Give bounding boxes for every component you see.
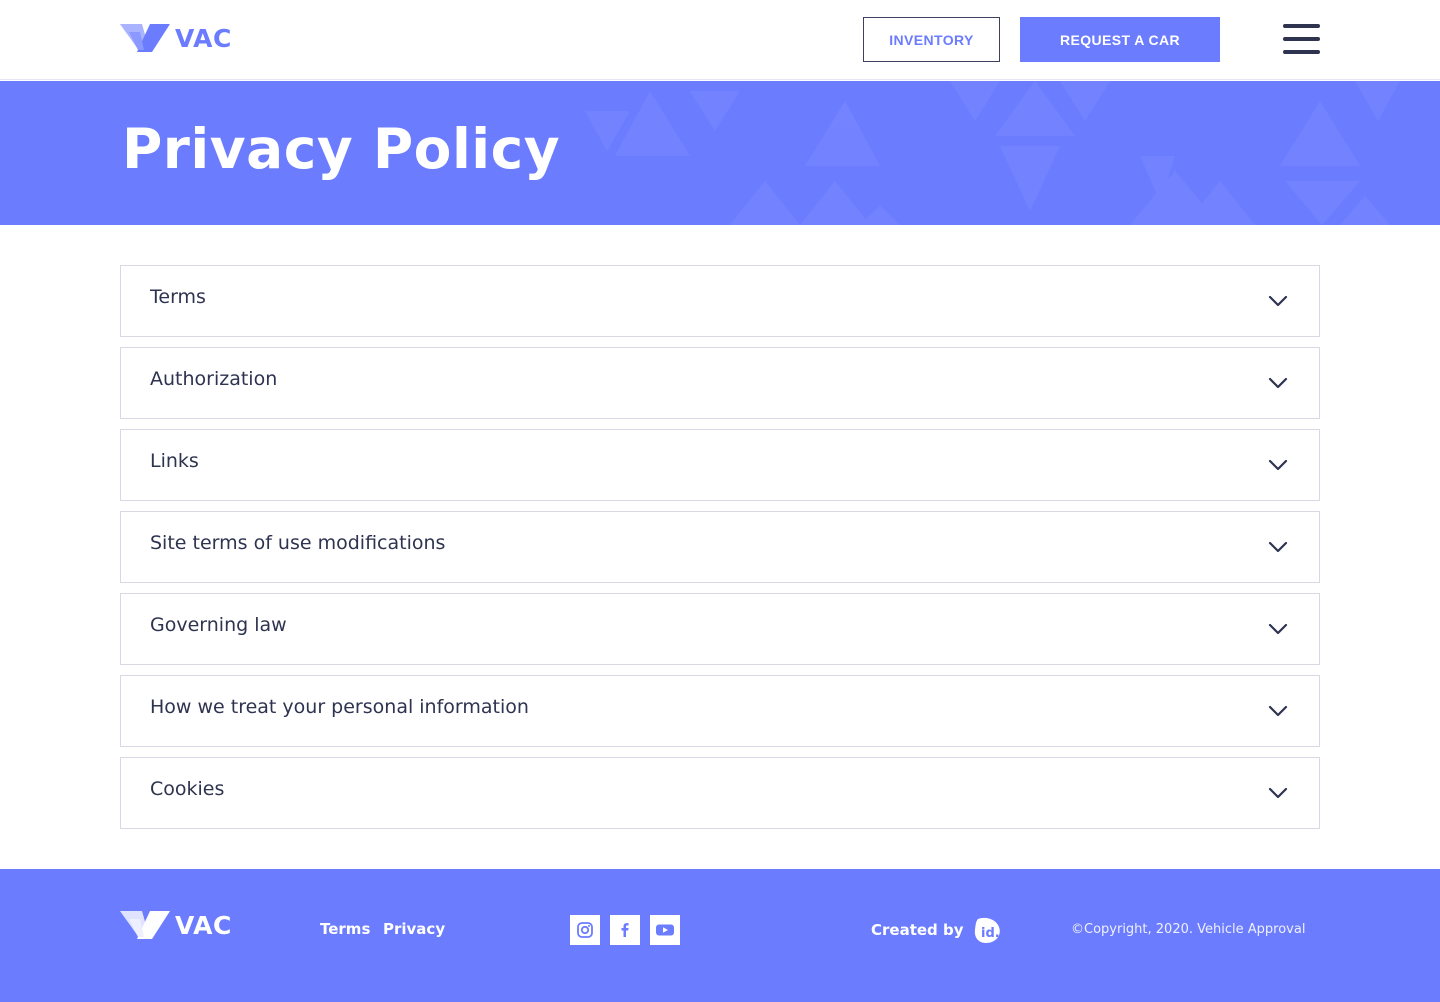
logo-text: VAC bbox=[175, 23, 232, 53]
logo-text: VAC bbox=[175, 910, 232, 940]
accordion-item-cookies[interactable]: Cookies bbox=[120, 757, 1320, 829]
policy-accordion: Terms Authorization Links Site terms of … bbox=[120, 265, 1320, 839]
youtube-glyph bbox=[656, 924, 674, 936]
agency-logo-text: id. bbox=[981, 926, 1000, 941]
site-header: VAC INVENTORY REQUEST A CAR bbox=[0, 0, 1440, 80]
menu-bar bbox=[1283, 24, 1320, 28]
page-title: Privacy Policy bbox=[122, 117, 561, 181]
chevron-down-icon bbox=[1268, 295, 1288, 307]
created-by[interactable]: Created by id. bbox=[871, 915, 1002, 945]
footer-link-terms[interactable]: Terms bbox=[320, 920, 370, 938]
accordion-item-site-terms-modifications[interactable]: Site terms of use modifications bbox=[120, 511, 1320, 583]
accordion-label: Governing law bbox=[150, 614, 287, 636]
accordion-label: Links bbox=[150, 450, 199, 472]
chevron-down-icon bbox=[1268, 623, 1288, 635]
inventory-button[interactable]: INVENTORY bbox=[863, 17, 1000, 62]
facebook-glyph bbox=[621, 923, 629, 937]
request-car-button[interactable]: REQUEST A CAR bbox=[1020, 17, 1220, 62]
instagram-glyph bbox=[577, 922, 593, 938]
youtube-icon[interactable] bbox=[650, 915, 680, 945]
chevron-down-icon bbox=[1268, 541, 1288, 553]
accordion-item-links[interactable]: Links bbox=[120, 429, 1320, 501]
accordion-item-personal-information[interactable]: How we treat your personal information bbox=[120, 675, 1320, 747]
accordion-label: Cookies bbox=[150, 778, 225, 800]
created-by-label: Created by bbox=[871, 921, 964, 939]
chevron-down-icon bbox=[1268, 787, 1288, 799]
site-footer: VAC Terms Privacy Created by id. ©Copyri… bbox=[0, 869, 1440, 1002]
accordion-item-terms[interactable]: Terms bbox=[120, 265, 1320, 337]
accordion-label: Authorization bbox=[150, 368, 278, 390]
chevron-down-icon bbox=[1268, 377, 1288, 389]
facebook-icon[interactable] bbox=[610, 915, 640, 945]
hero-banner: Privacy Policy bbox=[0, 81, 1440, 225]
footer-link-privacy[interactable]: Privacy bbox=[383, 920, 445, 938]
accordion-label: Site terms of use modifications bbox=[150, 532, 446, 554]
agency-logo-icon: id. bbox=[974, 917, 1000, 943]
hamburger-menu-icon[interactable] bbox=[1283, 24, 1320, 56]
footer-logo[interactable]: VAC bbox=[120, 909, 232, 941]
menu-bar bbox=[1283, 50, 1320, 54]
chevron-down-icon bbox=[1268, 705, 1288, 717]
accordion-label: How we treat your personal information bbox=[150, 696, 529, 718]
accordion-item-governing-law[interactable]: Governing law bbox=[120, 593, 1320, 665]
menu-bar bbox=[1283, 37, 1320, 41]
accordion-item-authorization[interactable]: Authorization bbox=[120, 347, 1320, 419]
chevron-down-icon bbox=[1268, 459, 1288, 471]
vac-logo-icon bbox=[120, 24, 170, 52]
vac-logo-icon bbox=[120, 911, 170, 939]
instagram-icon[interactable] bbox=[570, 915, 600, 945]
accordion-label: Terms bbox=[150, 286, 206, 308]
copyright-text: ©Copyright, 2020. Vehicle Approval bbox=[1071, 922, 1306, 937]
header-logo[interactable]: VAC bbox=[120, 22, 232, 54]
